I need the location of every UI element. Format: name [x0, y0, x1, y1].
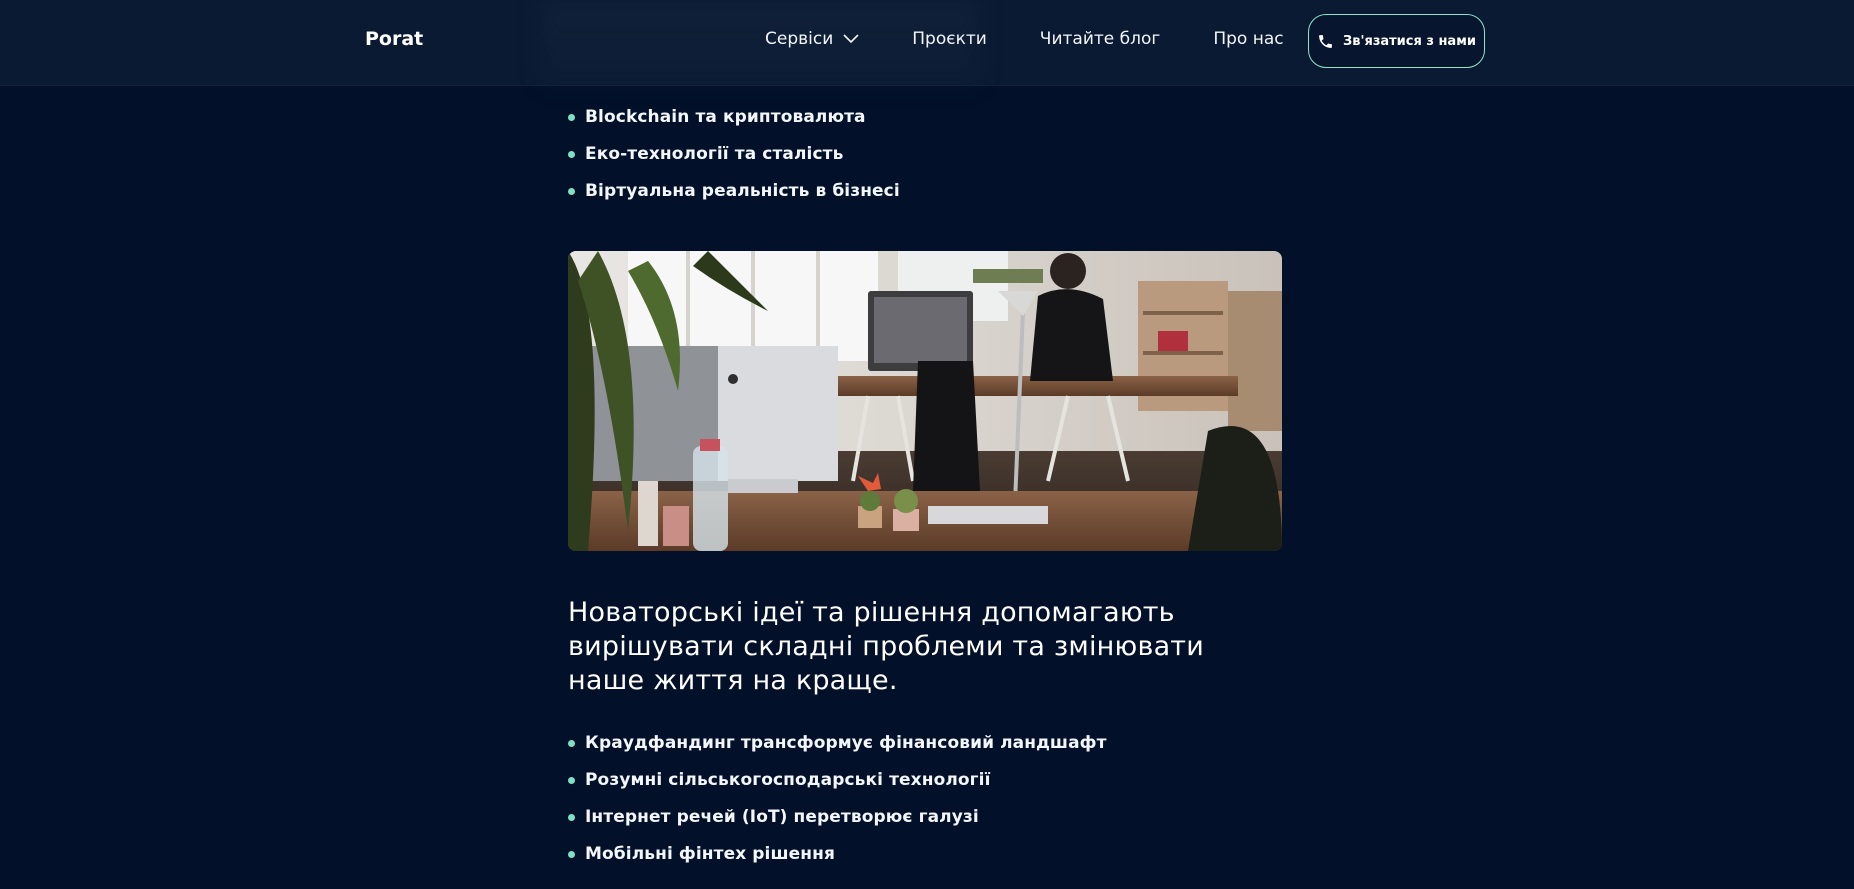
office-photo	[568, 251, 1282, 551]
nav-item-label: Читайте блог	[1039, 29, 1161, 49]
contact-us-button[interactable]: Зв'язатися з нами	[1308, 14, 1485, 68]
feature-list-top: Blockchain та криптовалюта Еко-технологі…	[568, 106, 900, 217]
section-heading: Новаторські ідеї та рішення допомагають …	[568, 597, 1204, 696]
list-item-text: Еко-технології та сталість	[585, 144, 844, 164]
nav-item-label: Сервіси	[765, 29, 834, 49]
nav-item-blog[interactable]: Читайте блог	[1040, 29, 1161, 49]
bullet-dot-icon	[568, 814, 575, 821]
list-item-text: Blockchain та криптовалюта	[585, 107, 866, 127]
phone-icon	[1319, 34, 1332, 48]
nav-item-label: Проєкти	[912, 29, 987, 49]
list-item: Blockchain та криптовалюта	[568, 106, 900, 143]
list-item-text: Віртуальна реальність в бізнесі	[585, 181, 900, 201]
main-nav: Сервіси Проєкти Читайте блог Про нас	[765, 29, 1284, 49]
bullet-dot-icon	[568, 740, 575, 747]
list-item-text: Краудфандинг трансформує фінансовий ланд…	[585, 733, 1107, 753]
bullet-dot-icon	[568, 777, 575, 784]
list-item: Мобільні фінтех рішення	[568, 843, 1107, 880]
list-item-text: Мобільні фінтех рішення	[585, 844, 835, 864]
bullet-dot-icon	[568, 851, 575, 858]
bullet-dot-icon	[568, 151, 575, 158]
list-item-text: Розумні сільськогосподарські технології	[585, 770, 991, 790]
list-item-text: Інтернет речей (IoT) перетворює галузі	[585, 807, 979, 827]
list-item: Інтернет речей (IoT) перетворює галузі	[568, 806, 1107, 843]
site-logo[interactable]: Porat	[365, 28, 423, 50]
nav-item-about[interactable]: Про нас	[1213, 29, 1283, 49]
feature-list-bottom: Краудфандинг трансформує фінансовий ланд…	[568, 732, 1107, 880]
bullet-dot-icon	[568, 114, 575, 121]
site-header: Porat Сервіси Проєкти Читайте блог Про н…	[0, 0, 1854, 86]
bullet-dot-icon	[568, 188, 575, 195]
contact-button-label: Зв'язатися з нами	[1343, 33, 1476, 49]
nav-item-label: Про нас	[1213, 29, 1284, 49]
list-item: Віртуальна реальність в бізнесі	[568, 180, 900, 217]
nav-item-projects[interactable]: Проєкти	[912, 29, 987, 49]
chevron-down-icon	[843, 34, 859, 44]
nav-item-services[interactable]: Сервіси	[765, 29, 859, 49]
list-item: Розумні сільськогосподарські технології	[568, 769, 1107, 806]
list-item: Еко-технології та сталість	[568, 143, 900, 180]
page: Blockchain та криптовалюта Еко-технологі…	[0, 0, 1854, 889]
list-item: Краудфандинг трансформує фінансовий ланд…	[568, 732, 1107, 769]
